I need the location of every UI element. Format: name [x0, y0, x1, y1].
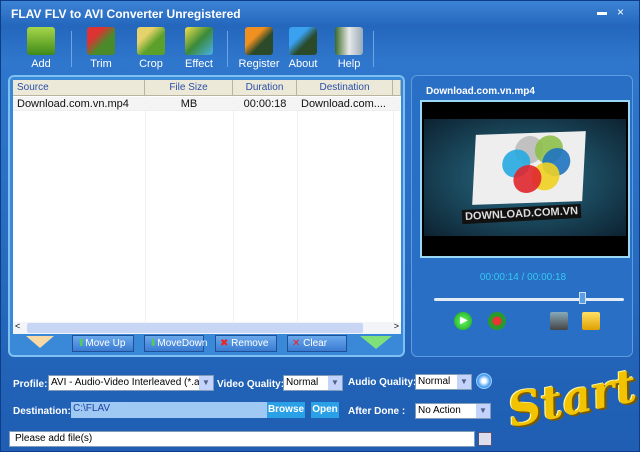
after-done-label: After Done : [348, 406, 406, 417]
cell-size: MB [180, 98, 198, 110]
move-down-button[interactable]: ⬇MoveDown [144, 335, 208, 352]
toolbar-trim-button[interactable]: Trim [79, 27, 123, 70]
destination-label: Destination: [13, 406, 71, 417]
toolbar-divider [71, 31, 72, 67]
button-label: Clear [303, 338, 328, 349]
open-button[interactable]: Open [311, 402, 339, 418]
remove-icon: ✖ [220, 338, 232, 349]
cell-destination: Download.com.... [301, 98, 386, 110]
help-book-icon [335, 27, 363, 55]
info-icon [289, 27, 317, 55]
audio-quality-value: Normal [418, 376, 451, 387]
button-label: Move Up [85, 338, 126, 349]
snapshot-button[interactable] [550, 312, 568, 330]
table-row[interactable]: Download.com.vn.mp4 MB 00:00:18 Download… [13, 97, 401, 111]
start-button[interactable]: Start [503, 358, 640, 438]
toolbar-label: Crop [139, 58, 163, 70]
scrollbar-thumb[interactable] [27, 323, 363, 333]
video-quality-select[interactable]: Normal ▼ [283, 375, 343, 391]
chevron-down-icon: ▼ [199, 376, 213, 390]
toolbar-label: About [288, 58, 318, 70]
grid-line [233, 96, 234, 322]
video-quality-value: Normal [286, 377, 319, 388]
profile-select[interactable]: AVI - Audio-Video Interleaved (*.avi) ▼ [48, 375, 214, 391]
cell-source: Download.com.vn.mp4 [17, 98, 129, 110]
minimize-button[interactable]: ▬ [597, 7, 607, 18]
stop-button[interactable] [488, 312, 506, 330]
scroll-left-icon[interactable]: < [15, 321, 20, 331]
cell-duration: 00:00:18 [243, 98, 287, 110]
toolbar-label: Add [31, 58, 51, 70]
status-bar: Please add file(s) [9, 431, 475, 447]
column-destination[interactable]: Destination [297, 80, 393, 96]
browse-button[interactable]: Browse [267, 402, 305, 418]
profile-label: Profile: [13, 379, 48, 390]
grid-line [145, 96, 146, 322]
audio-quality-label: Audio Quality: [348, 377, 417, 388]
close-button[interactable]: × [617, 5, 624, 19]
open-folder-button[interactable] [582, 312, 600, 330]
grid-line [297, 96, 298, 322]
toolbar-add-button[interactable]: Add [19, 27, 63, 70]
after-done-value: No Action [418, 405, 461, 416]
toolbar-about-button[interactable]: About [281, 27, 325, 70]
video-quality-label: Video Quality: [217, 379, 285, 390]
clear-button[interactable]: ✕ Clear [287, 335, 347, 352]
effect-icon [185, 27, 213, 55]
playback-time: 00:00:14 / 00:00:18 [479, 272, 567, 283]
after-done-select[interactable]: No Action ▼ [415, 403, 491, 419]
toolbar-register-button[interactable]: Register [237, 27, 281, 70]
profile-value: AVI - Audio-Video Interleaved (*.avi) [51, 377, 211, 388]
column-file-size[interactable]: File Size [145, 80, 233, 96]
play-icon: ▶ [460, 315, 468, 326]
scissors-icon [87, 27, 115, 55]
toolbar-effect-button[interactable]: Effect [177, 27, 221, 70]
file-list-panel: Source File Size Duration Destination Do… [8, 75, 405, 357]
seek-slider[interactable] [434, 292, 624, 304]
play-button[interactable]: ▶ [454, 312, 472, 330]
toolbar-label: Help [337, 58, 361, 70]
logo-text: DOWNLOAD.COM.VN [461, 203, 582, 225]
preview-panel: Download.com.vn.mp4 DOWNLOAD.COM.VN 00:0… [411, 75, 633, 357]
grid-line [393, 96, 394, 322]
video-frame: DOWNLOAD.COM.VN [424, 119, 626, 236]
horizontal-scrollbar[interactable]: < > [13, 321, 401, 334]
clear-icon: ✕ [292, 338, 304, 349]
file-list[interactable]: Source File Size Duration Destination Do… [13, 80, 401, 334]
column-filler [393, 80, 401, 96]
logo-card [472, 131, 586, 205]
register-icon [245, 27, 273, 55]
arrow-down-green-icon [360, 336, 392, 349]
remove-button[interactable]: ✖ Remove [215, 335, 277, 352]
scroll-right-icon[interactable]: > [394, 321, 399, 331]
column-duration[interactable]: Duration [233, 80, 297, 96]
log-icon[interactable] [478, 432, 492, 446]
toolbar-label: Register [238, 58, 280, 70]
chevron-down-icon: ▼ [476, 404, 490, 418]
crop-icon [137, 27, 165, 55]
add-icon [27, 27, 55, 55]
video-preview: DOWNLOAD.COM.VN [420, 100, 630, 258]
button-label: Remove [231, 338, 269, 349]
chevron-down-icon: ▼ [457, 375, 471, 389]
toolbar-divider [373, 31, 374, 67]
toolbar-label: Effect [185, 58, 213, 70]
audio-quality-select[interactable]: Normal ▼ [415, 374, 472, 390]
arrow-down-decoration-icon [26, 336, 54, 348]
settings-gear-icon[interactable] [476, 373, 492, 389]
button-label: MoveDown [157, 338, 208, 349]
app-window: FLAV FLV to AVI Converter Unregistered ▬… [0, 0, 640, 452]
toolbar-help-button[interactable]: Help [327, 27, 371, 70]
destination-input[interactable]: C:\FLAV [71, 402, 267, 418]
seek-slider-thumb[interactable] [579, 292, 587, 304]
move-up-button[interactable]: ⬆Move Up [72, 335, 134, 352]
window-title: FLAV FLV to AVI Converter Unregistered [11, 7, 241, 21]
column-source[interactable]: Source [13, 80, 145, 96]
chevron-down-icon: ▼ [328, 376, 342, 390]
toolbar-label: Trim [90, 58, 112, 70]
toolbar-crop-button[interactable]: Crop [129, 27, 173, 70]
toolbar-divider [227, 31, 228, 67]
preview-filename: Download.com.vn.mp4 [426, 86, 535, 97]
